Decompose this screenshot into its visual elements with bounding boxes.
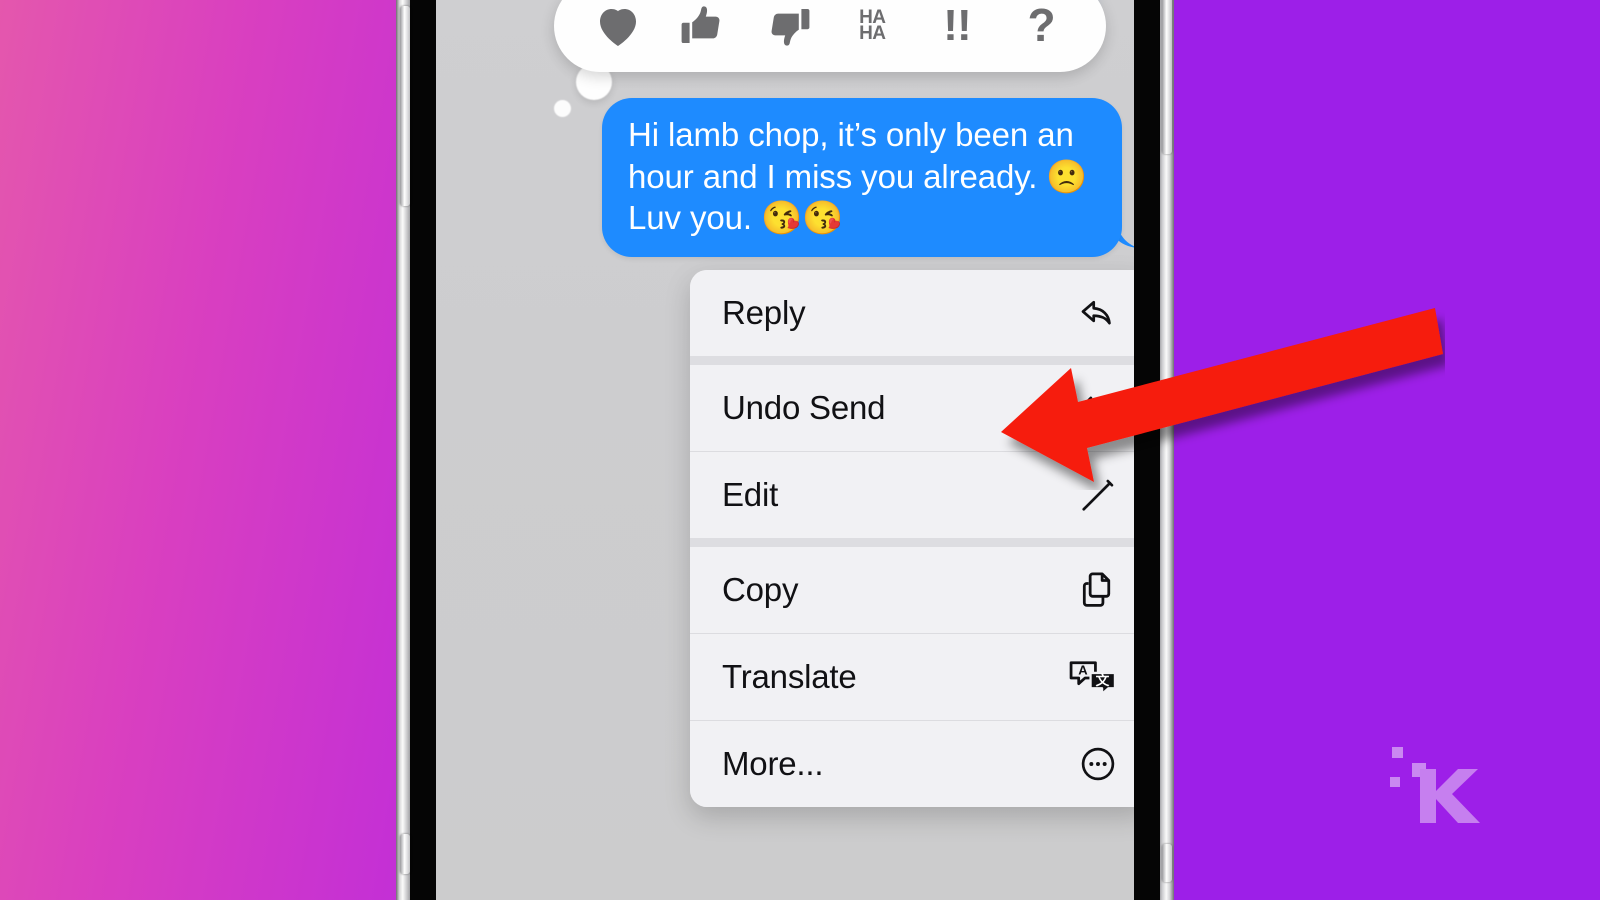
double-exclamation-icon[interactable]: !!: [926, 0, 988, 57]
undo-send-icon: [1075, 385, 1121, 431]
message-context-menu[interactable]: Reply Undo Send Edit Copy Translate A 文 …: [690, 270, 1134, 807]
reaction-bar-tail-dot: [554, 100, 571, 117]
haha-line-1: HA HA: [859, 7, 886, 44]
question-mark-icon[interactable]: ?: [1011, 0, 1073, 57]
heart-icon[interactable]: [587, 0, 649, 57]
menu-item-copy-label: Copy: [722, 571, 799, 608]
svg-text:A: A: [1078, 662, 1088, 677]
menu-item-edit[interactable]: Edit: [690, 452, 1134, 538]
menu-separator-3: [690, 538, 1134, 547]
volume-up-button[interactable]: [400, 6, 410, 206]
message-text: Hi lamb chop, it’s only been an hour and…: [628, 116, 1088, 237]
power-button-lower[interactable]: [1162, 844, 1172, 882]
menu-item-translate-label: Translate: [722, 658, 857, 695]
knowtechie-logo: [1390, 747, 1480, 823]
question-mark-label: ?: [1027, 0, 1056, 52]
phone-screen: HA HA !! ? Hi lamb chop, it’s only been a…: [436, 0, 1134, 900]
menu-item-undo-send[interactable]: Undo Send: [690, 365, 1134, 451]
pencil-icon: [1075, 472, 1121, 518]
reply-arrow-icon: [1075, 290, 1121, 336]
haha-icon[interactable]: HA HA: [841, 0, 903, 57]
thumbs-up-icon[interactable]: [672, 0, 734, 57]
thumbs-down-icon[interactable]: [757, 0, 819, 57]
power-button[interactable]: [1162, 0, 1172, 154]
menu-item-reply-label: Reply: [722, 294, 806, 331]
menu-item-more-label: More...: [722, 745, 824, 782]
menu-item-translate[interactable]: Translate A 文: [690, 634, 1134, 720]
volume-down-button[interactable]: [400, 834, 410, 874]
tapback-reaction-bar[interactable]: HA HA !! ?: [554, 0, 1106, 72]
menu-item-edit-label: Edit: [722, 476, 779, 513]
double-exclamation-label: !!: [943, 0, 971, 50]
menu-item-more[interactable]: More...: [690, 721, 1134, 807]
message-bubble[interactable]: Hi lamb chop, it’s only been an hour and…: [602, 98, 1122, 257]
menu-separator-1: [690, 356, 1134, 365]
translate-icon: A 文: [1065, 654, 1121, 700]
phone-device: HA HA !! ? Hi lamb chop, it’s only been a…: [396, 0, 1174, 900]
svg-text:文: 文: [1096, 672, 1110, 688]
menu-item-reply[interactable]: Reply: [690, 270, 1134, 356]
background-left-gradient: [0, 0, 404, 900]
ellipsis-circle-icon: [1075, 741, 1121, 787]
phone-right-bezel: [1134, 0, 1160, 900]
copy-documents-icon: [1075, 567, 1121, 613]
phone-left-bezel: [410, 0, 436, 900]
menu-item-undo-send-label: Undo Send: [722, 389, 886, 426]
menu-item-copy[interactable]: Copy: [690, 547, 1134, 633]
